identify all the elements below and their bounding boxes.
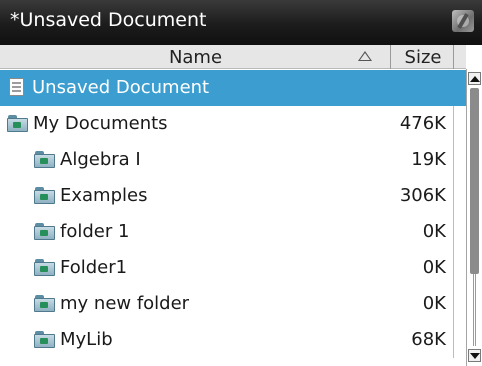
list-item-label: Algebra I: [60, 149, 141, 170]
sort-ascending-icon[interactable]: [358, 51, 372, 61]
list-item-size: 19K: [411, 149, 446, 170]
list-item-size: 306K: [399, 185, 446, 206]
divider: [453, 322, 454, 358]
folder-open-icon: [7, 115, 29, 132]
list-item-label: my new folder: [60, 293, 190, 314]
list-item-label: folder 1: [60, 221, 130, 242]
divider: [453, 70, 454, 106]
list-item-unsaved-document[interactable]: Unsaved Document: [0, 70, 466, 106]
scroll-down-arrow-icon[interactable]: [468, 349, 481, 362]
folder-icon: [34, 295, 56, 312]
list-item-label: Examples: [60, 185, 148, 206]
folder-icon: [34, 259, 56, 276]
battery-icon: [452, 10, 474, 32]
list-item-label: Folder1: [60, 257, 128, 278]
list-item-folder-1[interactable]: folder 1 0K: [0, 214, 466, 250]
divider: [453, 286, 454, 322]
list-item-mylib[interactable]: MyLib 68K: [0, 322, 466, 358]
list-item-label: MyLib: [60, 329, 113, 350]
list-item-my-new-folder[interactable]: my new folder 0K: [0, 286, 466, 322]
size-column-header[interactable]: Size: [392, 45, 454, 69]
list-item-label: My Documents: [33, 113, 168, 134]
vertical-scrollbar[interactable]: [466, 69, 482, 366]
divider: [453, 142, 454, 178]
list-item-examples[interactable]: Examples 306K: [0, 178, 466, 214]
name-column-label: Name: [168, 47, 223, 68]
list-item-folder1[interactable]: Folder1 0K: [0, 250, 466, 286]
list-item-size: 68K: [411, 329, 446, 350]
divider: [453, 214, 454, 250]
divider: [453, 250, 454, 286]
list-item-size: 476K: [399, 113, 446, 134]
divider: [453, 106, 454, 142]
size-column-label: Size: [404, 47, 442, 68]
folder-icon: [34, 331, 56, 348]
name-column-header[interactable]: Name: [0, 45, 391, 69]
scroll-track[interactable]: [473, 274, 476, 346]
list-item-size: 0K: [422, 293, 446, 314]
document-icon: [9, 78, 24, 96]
title-bar: *Unsaved Document: [0, 0, 482, 45]
file-browser-screen: *Unsaved Document Name Size Unsaved Docu…: [0, 0, 482, 366]
list-item-label: Unsaved Document: [32, 77, 210, 98]
list-item-size: 0K: [422, 257, 446, 278]
document-title: *Unsaved Document: [10, 9, 207, 31]
divider: [453, 178, 454, 214]
folder-icon: [34, 151, 56, 168]
folder-icon: [34, 223, 56, 240]
scroll-thumb[interactable]: [470, 88, 479, 274]
file-list: Unsaved Document My Documents 476K Algeb…: [0, 70, 466, 366]
list-item-size: 0K: [422, 221, 446, 242]
list-item-my-documents[interactable]: My Documents 476K: [0, 106, 466, 142]
folder-icon: [34, 187, 56, 204]
column-header: Name Size: [0, 45, 466, 69]
scroll-up-arrow-icon[interactable]: [468, 72, 481, 85]
list-item-algebra-i[interactable]: Algebra I 19K: [0, 142, 466, 178]
